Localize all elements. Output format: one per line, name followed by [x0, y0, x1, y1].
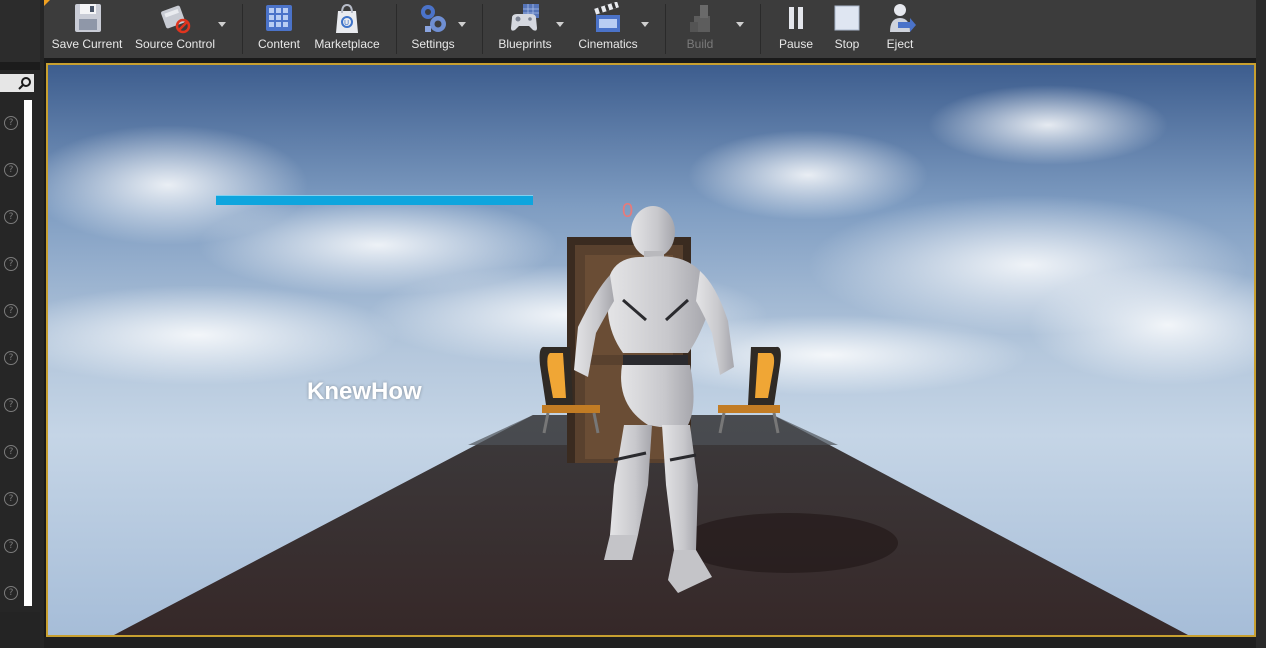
settings-label: Settings [411, 37, 455, 51]
eject-button[interactable]: Eject [876, 0, 924, 58]
toolbar-divider [665, 4, 666, 54]
character-shadow [678, 513, 898, 573]
blueprints-gamepad-icon [511, 4, 539, 31]
level-editor-toolbar: Save Current Source Control Content U Ma… [44, 0, 1256, 58]
source-control-button[interactable]: Source Control [131, 0, 219, 58]
details-panel: ? ? ? ? ? ? ? ? ? ? ? [0, 0, 44, 648]
help-icon[interactable]: ? [4, 445, 18, 459]
cinematics-button[interactable]: Cinematics [572, 0, 644, 58]
panel-separator [0, 62, 40, 70]
toolbar-divider [242, 4, 243, 54]
eject-label: Eject [886, 37, 914, 51]
health-bar [216, 195, 533, 205]
stop-icon [834, 5, 860, 31]
help-icon[interactable]: ? [4, 539, 18, 553]
help-icon[interactable]: ? [4, 304, 18, 318]
help-icon[interactable]: ? [4, 210, 18, 224]
help-icon[interactable]: ? [4, 116, 18, 130]
stop-label: Stop [834, 37, 860, 51]
panel-footer [0, 612, 40, 648]
viewport-bottom-strip [44, 637, 1256, 648]
help-icon[interactable]: ? [4, 163, 18, 177]
save-current-label: Save Current [51, 37, 123, 51]
chevron-down-icon[interactable] [556, 22, 564, 27]
chevron-down-icon[interactable] [218, 22, 226, 27]
blueprints-label: Blueprints [498, 37, 552, 51]
settings-gears-icon [421, 5, 446, 32]
marketplace-bag-icon: U [336, 3, 358, 33]
content-label: Content [257, 37, 301, 51]
panel-header [0, 0, 40, 62]
toolbar-divider [396, 4, 397, 54]
content-button[interactable]: Content [250, 0, 308, 58]
chevron-down-icon[interactable] [736, 22, 744, 27]
help-icon[interactable]: ? [4, 398, 18, 412]
toolbar-corner-marker [44, 0, 50, 6]
panel-scrollbar[interactable] [24, 100, 32, 606]
source-control-label: Source Control [134, 37, 216, 51]
build-label: Build [686, 37, 714, 51]
svg-text:U: U [344, 19, 349, 27]
build-blocks-icon [690, 5, 710, 32]
source-control-icon [161, 5, 191, 34]
floppy-disk-icon [75, 4, 101, 32]
build-button[interactable]: Build [674, 0, 726, 58]
search-input[interactable] [0, 74, 34, 92]
toolbar-divider [760, 4, 761, 54]
toolbar-divider [482, 4, 483, 54]
cinematics-label: Cinematics [578, 37, 638, 51]
chevron-down-icon[interactable] [458, 22, 466, 27]
eject-person-icon [890, 4, 916, 32]
help-icon[interactable]: ? [4, 351, 18, 365]
help-icon[interactable]: ? [4, 492, 18, 506]
stop-button[interactable]: Stop [824, 0, 870, 58]
settings-button[interactable]: Settings [404, 0, 462, 58]
game-viewport[interactable]: 0 KnewHow [46, 63, 1256, 637]
help-icon[interactable]: ? [4, 586, 18, 600]
player-name-label: KnewHow [307, 378, 422, 405]
score-counter: 0 [622, 200, 634, 222]
pause-button[interactable]: Pause [772, 0, 820, 58]
pause-label: Pause [778, 37, 814, 51]
search-icon[interactable] [18, 76, 32, 90]
content-grid-icon [266, 5, 292, 31]
chevron-down-icon[interactable] [641, 22, 649, 27]
pause-icon [789, 7, 803, 29]
right-panel-edge [1256, 0, 1266, 648]
viewport-scene [48, 65, 1254, 635]
blueprints-button[interactable]: Blueprints [490, 0, 560, 58]
save-current-button[interactable]: Save Current [49, 0, 125, 58]
marketplace-label: Marketplace [314, 37, 380, 51]
help-icon[interactable]: ? [4, 257, 18, 271]
clapperboard-icon [594, 2, 620, 32]
marketplace-button[interactable]: U Marketplace [310, 0, 384, 58]
